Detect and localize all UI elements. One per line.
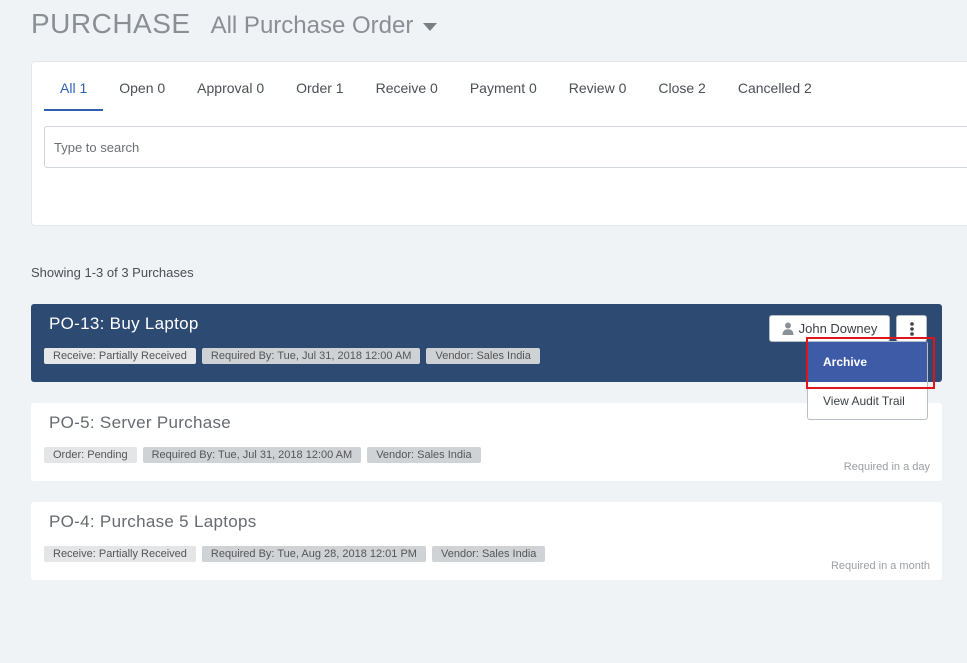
tab-approval[interactable]: Approval 0 (181, 62, 280, 111)
owner-name: John Downey (798, 321, 878, 336)
search-input[interactable] (44, 126, 967, 168)
caret-down-icon (423, 23, 438, 31)
purchase-card[interactable]: PO-4: Purchase 5 Laptops Receive: Partia… (31, 502, 942, 580)
status-tag: Receive: Partially Received (44, 546, 196, 562)
status-tabs: All 1 Open 0 Approval 0 Order 1 Receive … (44, 62, 828, 111)
view-selector[interactable]: All Purchase Order (211, 12, 438, 40)
due-text: Required in a day (843, 461, 930, 473)
page-header: PURCHASE All Purchase Order (31, 8, 438, 40)
status-tag: Order: Pending (44, 447, 137, 463)
required-by-tag: Required By: Tue, Jul 31, 2018 12:00 AM (201, 348, 421, 364)
results-count: Showing 1-3 of 3 Purchases (31, 265, 194, 280)
module-title: PURCHASE (31, 8, 191, 39)
tab-all[interactable]: All 1 (44, 62, 104, 111)
required-by-tag: Required By: Tue, Jul 31, 2018 12:00 AM (142, 447, 362, 463)
archive-menu-item[interactable]: Archive (808, 342, 927, 382)
tab-order[interactable]: Order 1 (280, 62, 359, 111)
tab-cancelled[interactable]: Cancelled 2 (722, 62, 828, 111)
purchase-card[interactable]: PO-5: Server Purchase Order: Pending Req… (31, 403, 942, 481)
required-by-tag: Required By: Tue, Aug 28, 2018 12:01 PM (201, 546, 426, 562)
view-audit-trail-menu-item[interactable]: View Audit Trail (808, 382, 927, 420)
vendor-tag: Vendor: Sales India (426, 348, 540, 364)
more-actions-button[interactable] (896, 315, 927, 342)
status-tag: Receive: Partially Received (44, 348, 196, 364)
vendor-tag: Vendor: Sales India (367, 447, 481, 463)
due-text: Required in a month (830, 560, 930, 572)
owner-button[interactable]: John Downey (769, 315, 890, 342)
tab-review[interactable]: Review 0 (553, 62, 643, 111)
user-icon (782, 322, 794, 335)
tab-payment[interactable]: Payment 0 (454, 62, 553, 111)
tab-open[interactable]: Open 0 (103, 62, 181, 111)
tab-receive[interactable]: Receive 0 (360, 62, 454, 111)
purchase-title[interactable]: PO-13: Buy Laptop (49, 314, 199, 334)
purchase-title[interactable]: PO-5: Server Purchase (49, 413, 231, 433)
view-selector-label: All Purchase Order (210, 12, 414, 39)
tab-close[interactable]: Close 2 (642, 62, 721, 111)
vendor-tag: Vendor: Sales India (431, 546, 546, 562)
vertical-ellipsis-icon (909, 321, 914, 336)
actions-menu: Archive View Audit Trail (807, 341, 928, 420)
purchase-title[interactable]: PO-4: Purchase 5 Laptops (49, 512, 257, 532)
filter-panel: All 1 Open 0 Approval 0 Order 1 Receive … (31, 61, 967, 226)
